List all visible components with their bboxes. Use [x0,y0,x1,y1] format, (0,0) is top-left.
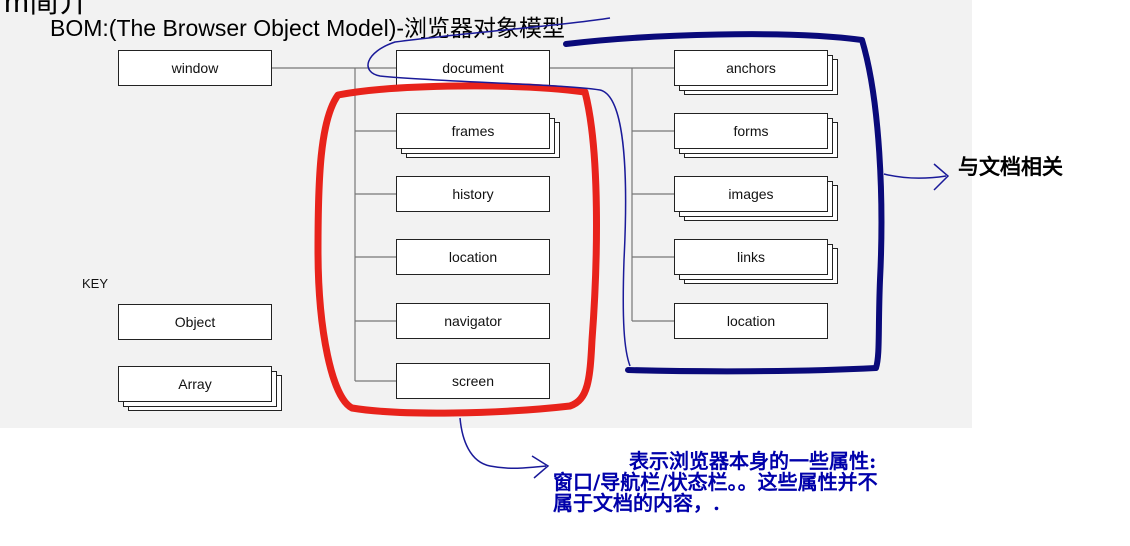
red-marker-loop [314,82,600,417]
arrow-right-icon [883,163,950,191]
arrow-down-icon [459,417,550,479]
browser-note-line-2: 窗口/导航栏/状态栏。。这些属性并不 [553,470,878,494]
browser-properties-note: 表示浏览器本身的一些属性: 窗口/导航栏/状态栏。。这些属性并不 属于文档的内容… [553,451,1023,514]
document-related-note: 与文档相关 [958,155,1063,179]
browser-note-line-3: 属于文档的内容，. [553,491,720,515]
blue-marker-loop [563,31,885,375]
browser-note-line-1: 表示浏览器本身的一些属性: [629,449,877,473]
bom-diagram-slide: m简介 BOM:(The Browser Object Model)-浏览器对象… [0,0,1130,546]
